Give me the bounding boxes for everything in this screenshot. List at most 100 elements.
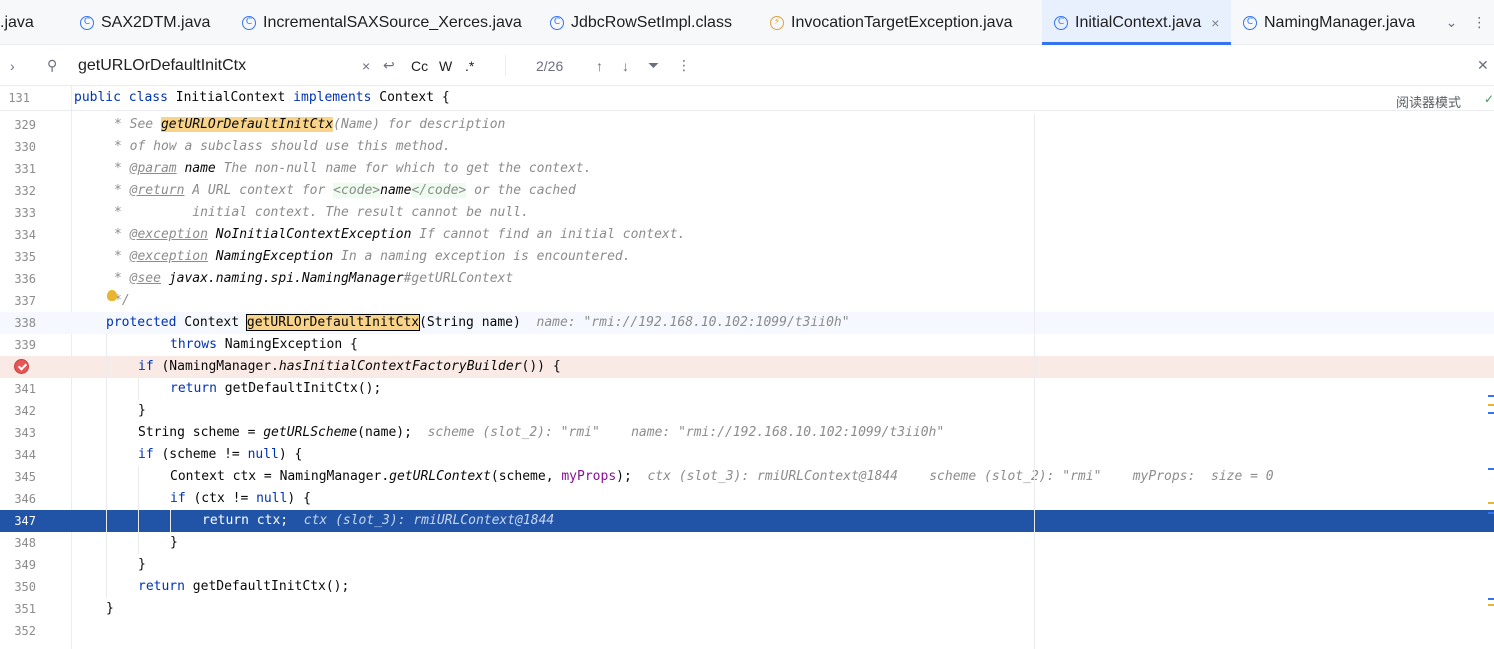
tab-java[interactable]: .java: [0, 0, 34, 45]
right-margin-guide: [1034, 114, 1035, 649]
breakpoint-icon[interactable]: [14, 359, 29, 374]
code-line: 335 * @exception NamingException In a na…: [0, 246, 1494, 268]
code-line: 349 }: [0, 554, 1494, 576]
code-line: 330 * of how a subclass should use this …: [0, 136, 1494, 158]
tab-actions: ⌄ ⋮: [1438, 0, 1494, 45]
line-number: 338: [14, 316, 36, 330]
close-icon[interactable]: ×: [1211, 15, 1219, 31]
tab-label: JdbcRowSetImpl.class: [571, 13, 732, 31]
line-content: * @param name The non-null name for whic…: [114, 161, 592, 176]
next-occurrence-icon[interactable]: ↓: [622, 45, 629, 86]
close-icon[interactable]: ✕: [1477, 45, 1489, 86]
code-line-execution-point: 347 return ctx; ctx (slot_3): rmiURLCont…: [0, 510, 1494, 532]
search-input[interactable]: getURLOrDefaultInitCtx: [78, 45, 246, 86]
code-line: 343 String scheme = getURLScheme(name); …: [0, 422, 1494, 444]
line-content: return getDefaultInitCtx();: [170, 381, 382, 396]
indent-guide: [138, 466, 139, 554]
code-line: 348 }: [0, 532, 1494, 554]
scrollbar-mark[interactable]: [1488, 468, 1494, 470]
previous-occurrence-icon[interactable]: ↑: [596, 45, 603, 86]
class-icon: C: [1054, 15, 1068, 30]
regex-toggle[interactable]: .*: [465, 45, 474, 86]
debugger-inline-value: scheme (slot_2): "rmi" name: "rmi://192.…: [427, 425, 945, 440]
tab-label: SAX2DTM.java: [101, 13, 211, 31]
line-content: if (scheme != null) {: [138, 447, 303, 462]
code-line: 342 }: [0, 400, 1494, 422]
chevron-down-icon[interactable]: ⌄: [1446, 14, 1458, 31]
line-number: 331: [14, 162, 36, 176]
tab-incremental-sax-source[interactable]: C IncrementalSAXSource_Xerces.java: [242, 0, 522, 45]
line-number: 345: [14, 470, 36, 484]
tab-label: InvocationTargetException.java: [791, 13, 1013, 31]
scrollbar-mark[interactable]: [1488, 502, 1494, 504]
class-icon: C: [1243, 15, 1257, 30]
line-number: 341: [14, 382, 36, 396]
code-line: 350 return getDefaultInitCtx();: [0, 576, 1494, 598]
new-line-icon[interactable]: ↩: [383, 45, 395, 86]
class-icon: C: [242, 15, 256, 30]
sticky-line[interactable]: 131 public class InitialContext implemen…: [0, 86, 1494, 111]
code-line: 351 }: [0, 598, 1494, 620]
scrollbar-mark[interactable]: [1488, 412, 1494, 414]
line-number: 342: [14, 404, 36, 418]
clear-search-icon[interactable]: ×: [362, 45, 370, 86]
exception-icon: ⚡: [770, 15, 784, 30]
code-line: 334 * @exception NoInitialContextExcepti…: [0, 224, 1494, 246]
scrollbar-mark[interactable]: [1488, 404, 1494, 406]
search-icon[interactable]: ⚲: [47, 45, 57, 86]
line-content: * of how a subclass should use this meth…: [114, 139, 451, 154]
tab-naming-manager[interactable]: C NamingManager.java: [1243, 0, 1415, 45]
line-content: throws NamingException {: [170, 337, 358, 352]
match-case-toggle[interactable]: Cc: [411, 45, 428, 86]
line-content: String scheme = getURLScheme(name); sche…: [138, 425, 945, 440]
indent-guide: [106, 334, 107, 598]
scrollbar-mark[interactable]: [1488, 604, 1494, 606]
line-content: return ctx; ctx (slot_3): rmiURLContext@…: [202, 513, 555, 528]
line-content: }: [138, 557, 146, 572]
line-number: 332: [14, 184, 36, 198]
whole-word-toggle[interactable]: W: [439, 45, 452, 86]
code-line: 332 * @return A URL context for <code>na…: [0, 180, 1494, 202]
expand-replace-icon[interactable]: ›: [10, 45, 15, 86]
line-content: * initial context. The result cannot be …: [114, 205, 529, 220]
reader-mode-toggle[interactable]: 阅读器模式: [1396, 92, 1461, 111]
tab-initial-context[interactable]: C InitialContext.java ×: [1042, 0, 1231, 45]
debugger-inline-value: ctx (slot_3): rmiURLContext@1844 scheme …: [647, 469, 1274, 484]
search-match: getURLOrDefaultInitCtx: [160, 117, 334, 132]
match-count: 2/26: [536, 57, 564, 74]
more-icon[interactable]: ⋮: [677, 45, 691, 86]
line-number: 343: [14, 426, 36, 440]
more-options-icon[interactable]: ⋮: [1472, 14, 1486, 31]
line-number: 351: [14, 602, 36, 616]
line-content: * @see javax.naming.spi.NamingManager#ge…: [114, 271, 514, 286]
line-content: * See getURLOrDefaultInitCtx(Name) for d…: [114, 117, 506, 132]
code-line: 338 protected Context getURLOrDefaultIni…: [0, 312, 1494, 334]
tab-label: NamingManager.java: [1264, 13, 1416, 31]
code-line: 331 * @param name The non-null name for …: [0, 158, 1494, 180]
line-number: 336: [14, 272, 36, 286]
debugger-inline-value: ctx (slot_3): rmiURLContext@1844: [303, 513, 555, 528]
line-number: 347: [14, 514, 36, 528]
line-content: * @return A URL context for <code>name</…: [114, 183, 576, 198]
line-number: 352: [14, 624, 36, 638]
code-line: 344 if (scheme != null) {: [0, 444, 1494, 466]
filter-icon[interactable]: ⏷: [648, 45, 659, 86]
line-number: 335: [14, 250, 36, 264]
code-editor[interactable]: 329 * See getURLOrDefaultInitCtx(Name) f…: [0, 114, 1494, 649]
code-line-breakpoint: 340 if (NamingManager.hasInitialContextF…: [0, 356, 1494, 378]
inspection-ok-icon[interactable]: ✓: [1484, 92, 1494, 106]
tab-sax2dtm[interactable]: C SAX2DTM.java: [80, 0, 210, 45]
line-number: 348: [14, 536, 36, 550]
divider: [505, 55, 506, 76]
scrollbar-mark[interactable]: [1488, 395, 1494, 397]
tab-invocation-target-exception[interactable]: ⚡ InvocationTargetException.java: [770, 0, 1012, 45]
scrollbar-mark[interactable]: [1488, 598, 1494, 600]
line-content: Context ctx = NamingManager.getURLContex…: [170, 469, 1274, 484]
lightbulb-icon[interactable]: [107, 290, 117, 301]
scrollbar-mark[interactable]: [1488, 512, 1494, 514]
search-match-current: getURLOrDefaultInitCtx: [245, 314, 421, 331]
line-content: return getDefaultInitCtx();: [138, 579, 350, 594]
debugger-inline-value: name: "rmi://192.168.10.102:1099/t3ii0h": [536, 315, 850, 330]
line-number: 131: [8, 91, 30, 105]
tab-jdbc-rowset-impl[interactable]: C JdbcRowSetImpl.class: [550, 0, 732, 45]
